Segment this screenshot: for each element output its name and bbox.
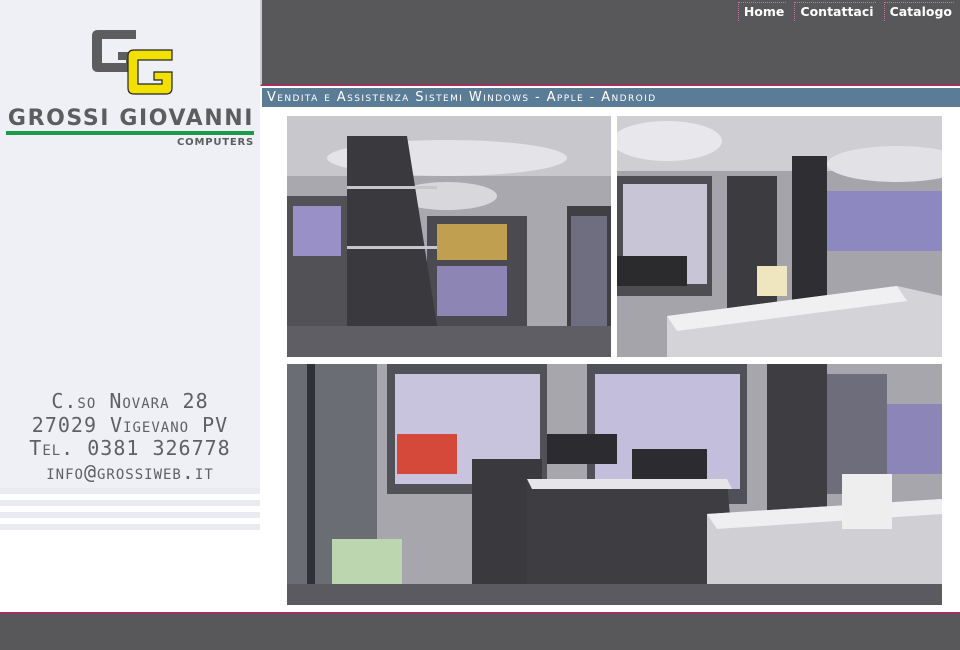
store-photo-showroom xyxy=(287,364,942,605)
nav-link-catalogo[interactable]: Catalogo xyxy=(883,2,954,21)
footer xyxy=(0,612,960,650)
sidebar: GROSSI GIOVANNI COMPUTERS C.so Novara 28… xyxy=(0,0,260,612)
address-email[interactable]: info@grossiweb.it xyxy=(0,460,260,485)
store-photo-entrance xyxy=(287,116,611,357)
page: GROSSI GIOVANNI COMPUTERS C.so Novara 28… xyxy=(0,0,960,650)
brand-subtitle: COMPUTERS xyxy=(177,137,254,148)
address-phone: Tel. 0381 326778 xyxy=(29,436,231,460)
nav-link-contattaci[interactable]: Contattaci xyxy=(794,2,876,21)
address-block: C.so Novara 28 27029 Vigevano PV Tel. 03… xyxy=(0,389,260,485)
nav-link-home[interactable]: Home xyxy=(737,2,787,21)
store-photo-counter xyxy=(617,116,942,357)
tagline-text: Vendita e Assistenza Sistemi Windows - A… xyxy=(267,90,657,105)
top-nav: Home Contattaci Catalogo xyxy=(737,2,954,21)
brand-name: GROSSI GIOVANNI xyxy=(7,106,255,131)
brand-underline xyxy=(6,131,254,135)
tagline-bar: Vendita e Assistenza Sistemi Windows - A… xyxy=(262,88,960,107)
address-city: 27029 Vigevano PV xyxy=(31,412,229,437)
address-street: C.so Novara 28 xyxy=(51,389,209,413)
logo-mark-icon[interactable] xyxy=(90,26,174,96)
header: Home Contattaci Catalogo xyxy=(260,0,960,86)
sidebar-stripes xyxy=(0,488,260,534)
